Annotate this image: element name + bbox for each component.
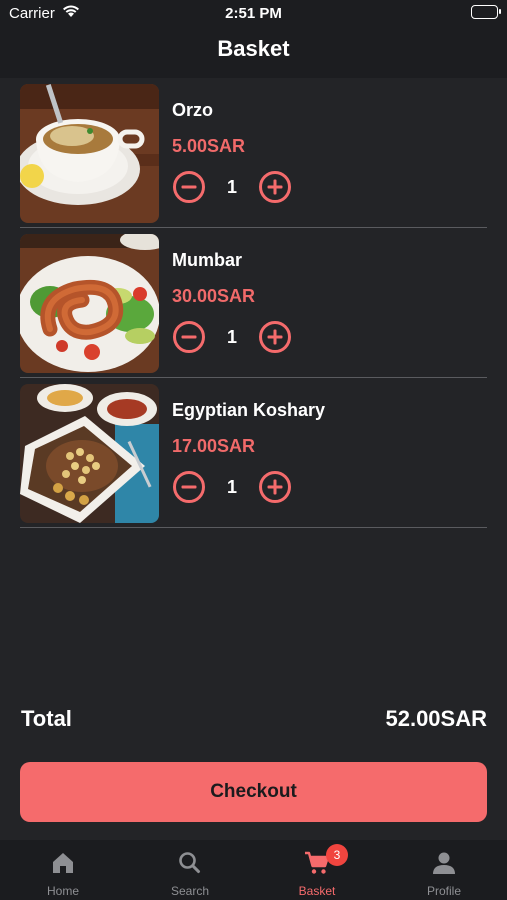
quantity-value: 1	[226, 477, 237, 497]
tab-bar: Home Search 3 Basket Profile	[0, 840, 507, 900]
minus-circle-icon	[173, 171, 205, 203]
tab-label: Home	[46, 884, 79, 898]
tab-profile[interactable]: Profile	[381, 840, 507, 900]
home-icon	[53, 853, 73, 873]
search-icon	[179, 852, 201, 874]
item-price: 30.00SAR	[172, 286, 256, 306]
status-bar: Carrier 2:51 PM	[0, 0, 507, 28]
item-name: Orzo	[172, 100, 214, 120]
tab-label: Search	[170, 884, 210, 898]
item-name: Egyptian Koshary	[172, 400, 326, 420]
status-time: 2:51 PM	[225, 5, 282, 22]
page-title: Basket	[217, 36, 290, 61]
quantity-value: 1	[226, 177, 237, 197]
plus-circle-icon	[259, 171, 291, 203]
quantity-stepper: 1	[172, 320, 302, 354]
tab-label: Profile	[426, 884, 461, 898]
total-value: 52.00SAR	[385, 706, 487, 731]
increase-quantity-button[interactable]	[258, 470, 292, 504]
decrease-quantity-button[interactable]	[172, 170, 206, 204]
minus-circle-icon	[173, 321, 205, 353]
basket-item: Orzo 5.00SAR 1	[20, 78, 487, 228]
item-name: Mumbar	[172, 250, 243, 270]
quantity-stepper: 1	[172, 170, 302, 204]
basket-item: Mumbar 30.00SAR 1	[20, 228, 487, 378]
increase-quantity-button[interactable]	[258, 320, 292, 354]
total-label: Total	[21, 706, 72, 731]
tab-label: Basket	[298, 884, 336, 898]
mumbar-image	[20, 234, 159, 373]
basket-item: Egyptian Koshary 17.00SAR 1	[20, 378, 487, 528]
top-bar: Carrier 2:51 PM Basket	[0, 0, 507, 78]
tab-home[interactable]: Home	[0, 840, 126, 900]
tab-search[interactable]: Search	[127, 840, 253, 900]
plus-circle-icon	[259, 471, 291, 503]
checkout-button[interactable]: Checkout	[20, 762, 487, 822]
decrease-quantity-button[interactable]	[172, 470, 206, 504]
minus-circle-icon	[173, 471, 205, 503]
battery-icon	[471, 5, 501, 19]
plus-circle-icon	[259, 321, 291, 353]
increase-quantity-button[interactable]	[258, 170, 292, 204]
koshary-image	[20, 384, 159, 523]
profile-icon	[433, 852, 455, 874]
item-price: 5.00SAR	[172, 136, 246, 156]
orzo-image	[20, 84, 159, 223]
quantity-stepper: 1	[172, 470, 302, 504]
decrease-quantity-button[interactable]	[172, 320, 206, 354]
quantity-value: 1	[226, 327, 237, 347]
tab-basket[interactable]: 3 Basket	[254, 840, 380, 900]
item-price: 17.00SAR	[172, 436, 256, 456]
cart-count-badge: 3	[326, 844, 348, 866]
